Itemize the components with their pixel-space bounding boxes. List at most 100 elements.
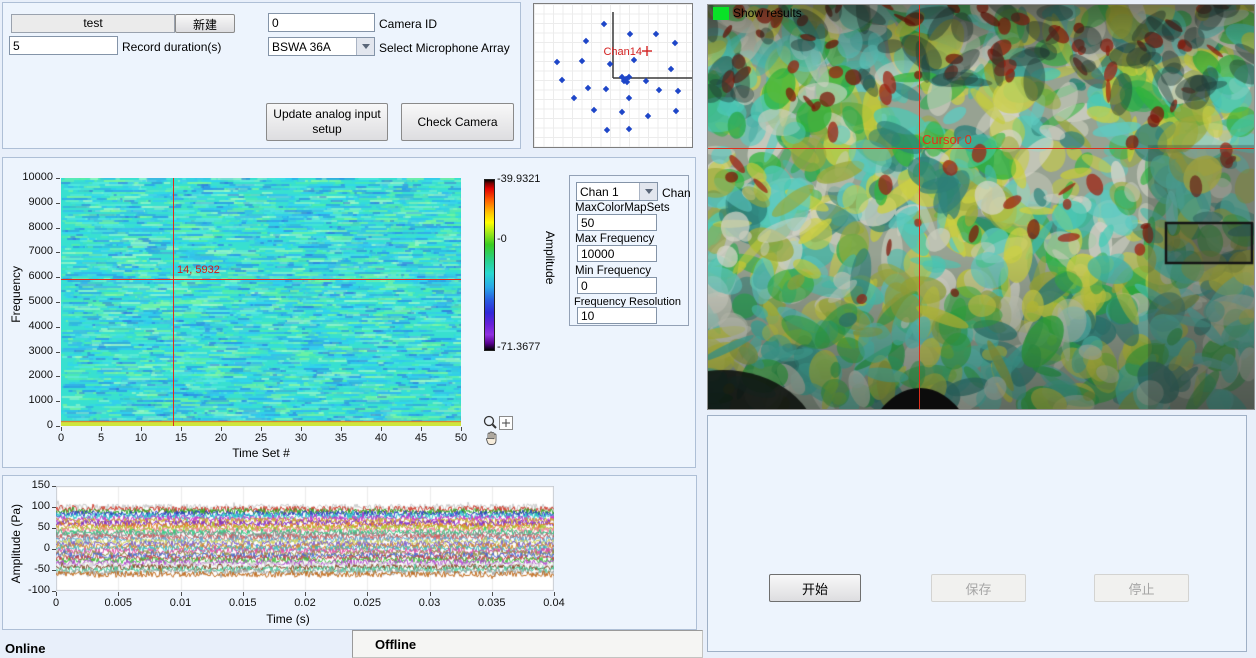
- offline-status-box: Offline: [352, 630, 703, 658]
- axis-tick-mark: [118, 592, 119, 596]
- mic-array-svg: Chan14: [534, 4, 692, 147]
- axis-tick-mark: [56, 401, 60, 402]
- offline-status-label: Offline: [375, 637, 416, 652]
- mic-point: [619, 109, 625, 115]
- mic-point: [603, 86, 609, 92]
- session-name-field[interactable]: test: [11, 14, 175, 33]
- maxcolormapsets-input[interactable]: [577, 214, 657, 231]
- spectrogram-canvas[interactable]: [61, 178, 461, 426]
- new-session-button[interactable]: 新建: [175, 14, 235, 33]
- mic-point: [672, 40, 678, 46]
- axis-tick-label: 9000: [13, 196, 53, 208]
- camera-image-area[interactable]: Cursor 0 Show results: [707, 4, 1255, 410]
- spectrogram-cursor-hline[interactable]: [61, 279, 461, 280]
- axis-tick-mark: [181, 592, 182, 596]
- mic-point: [583, 38, 589, 44]
- record-duration-input[interactable]: [9, 36, 118, 55]
- axis-tick-mark: [305, 592, 306, 596]
- axis-tick-label: 5: [86, 432, 116, 444]
- transport-panel: 开始 保存 停止: [707, 415, 1247, 652]
- camera-id-input[interactable]: [268, 13, 375, 32]
- axis-tick-mark: [381, 427, 382, 431]
- axis-tick-label: 0.005: [96, 597, 140, 609]
- camera-cursor-hline[interactable]: [708, 148, 1254, 149]
- axis-tick-mark: [56, 592, 57, 596]
- config-panel: test 新建 Record duration(s) Camera ID BSW…: [2, 2, 521, 149]
- axis-tick-mark: [421, 427, 422, 431]
- axis-tick-mark: [56, 302, 60, 303]
- mic-point: [591, 107, 597, 113]
- channel-select[interactable]: Chan 1: [576, 182, 658, 201]
- axis-tick-mark: [52, 549, 56, 550]
- axis-tick-mark: [52, 528, 56, 529]
- axis-tick-mark: [56, 228, 60, 229]
- mic-point: [668, 66, 674, 72]
- axis-tick-label: 4000: [13, 320, 53, 332]
- max-frequency-input[interactable]: [577, 245, 657, 262]
- mic-point: [626, 95, 632, 101]
- mic-point: [653, 31, 659, 37]
- axis-tick-label: 5000: [13, 295, 53, 307]
- chevron-down-icon[interactable]: [639, 183, 657, 200]
- axis-tick-label: 100: [12, 500, 50, 512]
- spectrogram-panel: Frequency 14, 5932 Time Set # -39.9321 -…: [2, 157, 696, 468]
- chevron-down-icon[interactable]: [356, 38, 374, 55]
- axis-tick-mark: [141, 427, 142, 431]
- zoom-tool-icon[interactable]: [482, 414, 516, 431]
- axis-tick-label: 0: [13, 419, 53, 431]
- pan-tool-icon[interactable]: [483, 430, 500, 447]
- stop-button[interactable]: 停止: [1094, 574, 1189, 602]
- show-results-indicator[interactable]: [713, 7, 729, 20]
- max-frequency-label: Max Frequency: [575, 233, 654, 245]
- axis-tick-mark: [56, 252, 60, 253]
- check-camera-button[interactable]: Check Camera: [401, 103, 514, 141]
- axis-tick-mark: [52, 486, 56, 487]
- mic-point: [656, 87, 662, 93]
- axis-tick-label: -50: [12, 563, 50, 575]
- spectrogram-cursor-vline[interactable]: [173, 178, 174, 426]
- axis-tick-label: 45: [406, 432, 436, 444]
- axis-tick-mark: [367, 592, 368, 596]
- amplitude-colorbar: [484, 179, 495, 351]
- axis-tick-label: 0.025: [345, 597, 389, 609]
- axis-tick-mark: [56, 203, 60, 204]
- frequency-resolution-input[interactable]: [577, 307, 657, 324]
- axis-tick-label: 1000: [13, 394, 53, 406]
- mic-point: [585, 85, 591, 91]
- spectrogram-xlabel: Time Set #: [221, 446, 301, 460]
- camera-overlay-canvas[interactable]: [708, 5, 1254, 409]
- mic-point: [554, 59, 560, 65]
- mic-array-select[interactable]: BSWA 36A: [268, 37, 375, 56]
- axis-tick-mark: [261, 427, 262, 431]
- update-analog-input-button[interactable]: Update analog input setup: [266, 103, 388, 141]
- mic-point: [627, 31, 633, 37]
- waveform-canvas[interactable]: [56, 486, 554, 591]
- start-button[interactable]: 开始: [769, 574, 861, 602]
- colorbar-max-label: -39.9321: [497, 173, 540, 185]
- axis-tick-mark: [461, 427, 462, 431]
- mic-point: [645, 113, 651, 119]
- colorbar-axis-label: Amplitude: [543, 231, 557, 284]
- axis-tick-label: 0.02: [283, 597, 327, 609]
- maxcolormapsets-label: MaxColorMapSets: [575, 202, 670, 214]
- axis-tick-mark: [52, 507, 56, 508]
- mic-points: [554, 21, 681, 133]
- axis-tick-mark: [554, 592, 555, 596]
- waveform-panel: Amplitude (Pa) Time (s) 150100500-50-100…: [2, 475, 697, 630]
- colorbar-min-label: -71.3677: [497, 341, 540, 353]
- save-button[interactable]: 保存: [931, 574, 1026, 602]
- axis-tick-label: 15: [166, 432, 196, 444]
- axis-tick-label: 0: [34, 597, 78, 609]
- axis-tick-label: 0.04: [532, 597, 576, 609]
- axis-tick-label: 0: [12, 542, 50, 554]
- min-frequency-input[interactable]: [577, 277, 657, 294]
- axis-tick-label: 2000: [13, 369, 53, 381]
- online-status-label: Online: [5, 641, 45, 656]
- analysis-controls-group: Chan 1 Chan MaxColorMapSets Max Frequenc…: [569, 175, 689, 326]
- axis-tick-mark: [181, 427, 182, 431]
- camera-cursor-vline[interactable]: [919, 5, 920, 409]
- axis-tick-mark: [61, 427, 62, 431]
- axis-tick-label: 35: [326, 432, 356, 444]
- mic-cursor-cross[interactable]: [642, 46, 652, 56]
- spectrogram-cursor-label: 14, 5932: [177, 264, 220, 276]
